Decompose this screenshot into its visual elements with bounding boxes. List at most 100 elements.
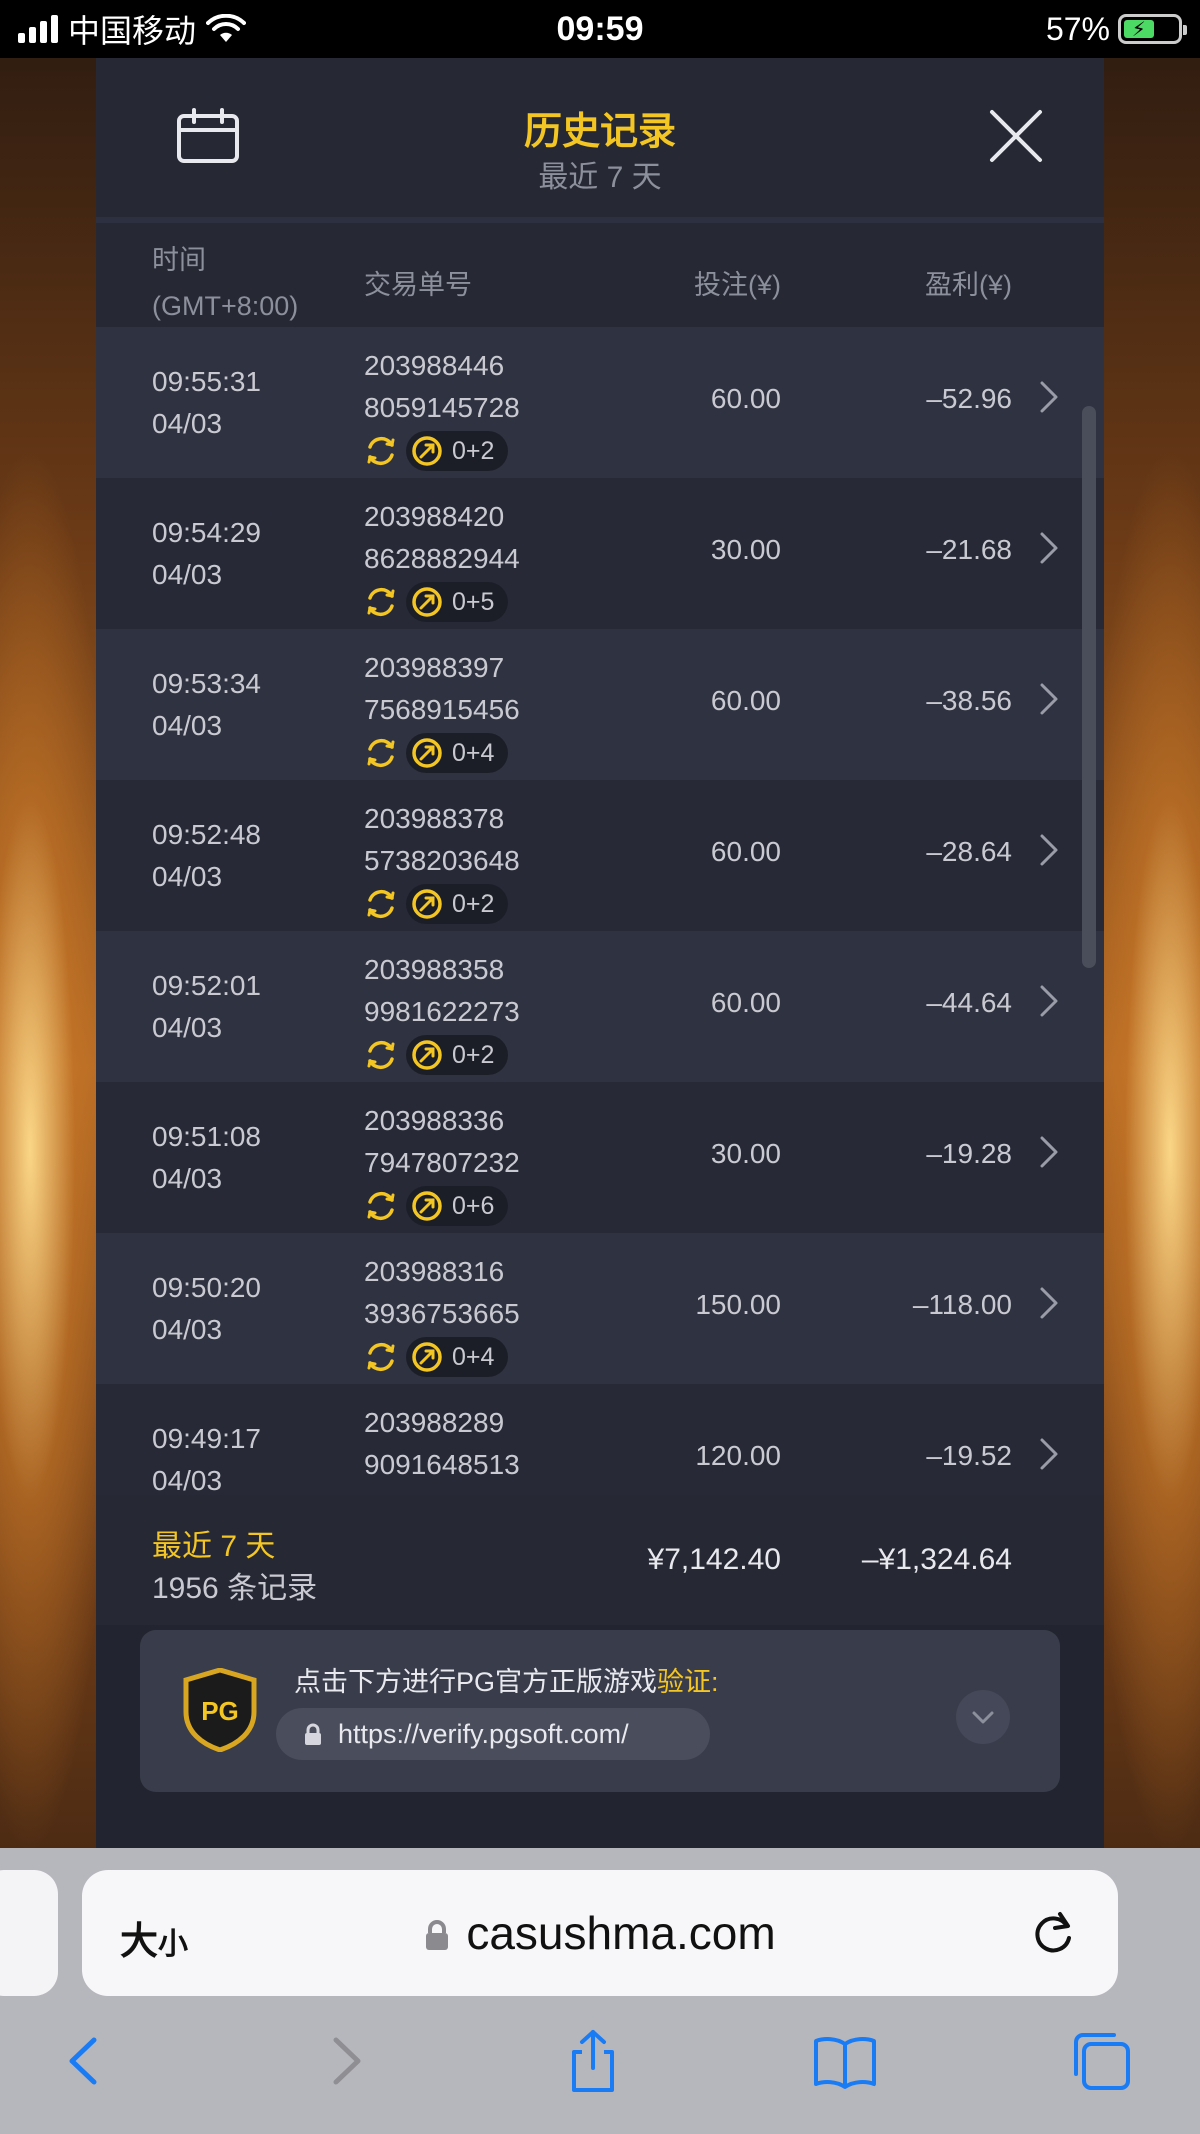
free-spin-icon <box>412 1040 442 1070</box>
summary-period: 最近 7 天 <box>152 1530 276 1563</box>
chevron-right-icon[interactable] <box>1038 681 1060 717</box>
free-spin-icon <box>412 436 442 466</box>
row-profit: –44.64 <box>926 987 1012 1018</box>
column-transaction-id: 交易单号 <box>364 270 472 300</box>
chevron-right-icon[interactable] <box>1038 530 1060 566</box>
summary-total-profit: –¥1,324.64 <box>861 1543 1012 1576</box>
free-spin-badge: 0+6 <box>406 1186 509 1226</box>
share-icon[interactable] <box>560 2028 626 2094</box>
forward-icon[interactable] <box>312 2028 378 2094</box>
row-profit: –118.00 <box>912 1289 1012 1320</box>
row-bet: 60.00 <box>710 836 781 867</box>
summary-bar: 最近 7 天 1956 条记录 ¥7,142.40 –¥1,324.64 <box>96 1495 1104 1625</box>
status-bar: 中国移动 09:59 57% ⚡ <box>0 0 1200 58</box>
row-time: 09:52:01 04/03 <box>152 970 261 1043</box>
free-spin-badge: 0+2 <box>406 1035 509 1075</box>
panel-header: 历史记录 最近 7 天 <box>96 58 1104 223</box>
back-icon[interactable] <box>52 2028 118 2094</box>
row-tags: 0+2 <box>364 1035 509 1075</box>
wifi-icon <box>206 14 247 42</box>
row-time: 09:51:08 04/03 <box>152 1121 261 1194</box>
row-time: 09:53:34 04/03 <box>152 668 261 741</box>
row-tags: 0+6 <box>364 1186 509 1226</box>
close-icon[interactable] <box>988 108 1044 164</box>
row-profit: –28.64 <box>926 836 1012 867</box>
panel-title: 历史记录 <box>523 111 676 153</box>
pg-logo-icon: PG <box>183 1668 257 1752</box>
previous-tab[interactable] <box>0 1870 58 1996</box>
address-bar[interactable]: 大小 casushma.com <box>82 1870 1118 1996</box>
verify-url-link[interactable]: https://verify.pgsoft.com/ <box>276 1708 710 1760</box>
verify-card[interactable]: PG 点击下方进行PG官方正版游戏验证: https://verify.pgso… <box>140 1630 1060 1792</box>
carrier-label: 中国移动 <box>68 13 197 49</box>
row-bet: 30.00 <box>710 1138 781 1169</box>
history-row[interactable]: 09:49:17 04/03 203988289 9091648513 120.… <box>96 1384 1104 1503</box>
history-row[interactable]: 09:52:48 04/03 203988378 5738203648 0+2 <box>96 780 1104 931</box>
row-tags: 0+4 <box>364 733 509 773</box>
row-profit: –52.96 <box>926 383 1012 414</box>
row-profit: –21.68 <box>926 534 1012 565</box>
expand-button[interactable] <box>956 1690 1010 1744</box>
chevron-right-icon[interactable] <box>1038 983 1060 1019</box>
chevron-right-icon[interactable] <box>1038 832 1060 868</box>
row-bet: 60.00 <box>710 987 781 1018</box>
table-header: 时间 (GMT+8:00) 交易单号 投注(¥) 盈利(¥) <box>96 223 1104 327</box>
history-list[interactable]: 09:55:31 04/03 203988446 8059145728 0+2 <box>96 327 1104 1503</box>
scrollbar[interactable] <box>1082 406 1096 968</box>
free-spin-badge: 0+5 <box>406 582 509 622</box>
row-transaction-id: 203988289 9091648513 <box>364 1407 520 1480</box>
row-transaction-id: 203988316 3936753665 <box>364 1256 520 1329</box>
row-profit: –19.28 <box>926 1138 1012 1169</box>
row-bet: 150.00 <box>695 1289 781 1320</box>
url-text[interactable]: casushma.com <box>82 1906 1118 1960</box>
column-bet: 投注(¥) <box>694 270 781 300</box>
summary-count: 1956 条记录 <box>152 1572 318 1605</box>
reload-icon[interactable] <box>1026 1906 1080 1960</box>
free-spin-badge: 0+2 <box>406 884 509 924</box>
cellular-signal-icon <box>18 15 58 43</box>
row-transaction-id: 203988420 8628882944 <box>364 501 520 574</box>
chevron-down-icon <box>972 1711 994 1724</box>
history-row[interactable]: 09:50:20 04/03 203988316 3936753665 0+4 <box>96 1233 1104 1384</box>
spin-icon <box>367 1342 395 1372</box>
chevron-right-icon[interactable] <box>1038 1436 1060 1472</box>
row-time: 09:54:29 04/03 <box>152 517 261 590</box>
bookmarks-icon[interactable] <box>812 2028 878 2094</box>
row-transaction-id: 203988336 7947807232 <box>364 1105 520 1178</box>
free-spin-icon <box>412 738 442 768</box>
free-spin-badge: 0+4 <box>406 733 509 773</box>
history-row[interactable]: 09:54:29 04/03 203988420 8628882944 0+5 <box>96 478 1104 629</box>
free-spin-icon <box>412 889 442 919</box>
battery-icon: ⚡ <box>1118 14 1187 44</box>
history-row[interactable]: 09:53:34 04/03 203988397 7568915456 0+4 <box>96 629 1104 780</box>
summary-total-bet: ¥7,142.40 <box>647 1543 781 1576</box>
row-transaction-id: 203988446 8059145728 <box>364 350 520 423</box>
svg-text:PG: PG <box>201 1696 239 1726</box>
row-bet: 30.00 <box>710 534 781 565</box>
chevron-right-icon[interactable] <box>1038 379 1060 415</box>
lock-icon <box>426 1920 449 1950</box>
row-bet: 120.00 <box>695 1440 781 1471</box>
free-spin-icon <box>412 587 442 617</box>
row-tags: 0+2 <box>364 884 509 924</box>
row-profit: –38.56 <box>926 685 1012 716</box>
row-time: 09:55:31 04/03 <box>152 366 261 439</box>
row-time: 09:50:20 04/03 <box>152 1272 261 1345</box>
free-spin-badge: 0+4 <box>406 1337 509 1377</box>
history-row[interactable]: 09:52:01 04/03 203988358 9981622273 0+2 <box>96 931 1104 1082</box>
spin-icon <box>367 889 395 919</box>
free-spin-icon <box>412 1191 442 1221</box>
spin-icon <box>367 587 395 617</box>
battery-percent: 57% <box>1045 10 1110 47</box>
chevron-right-icon[interactable] <box>1038 1134 1060 1170</box>
tabs-icon[interactable] <box>1068 2028 1134 2094</box>
chevron-right-icon[interactable] <box>1038 1285 1060 1321</box>
row-tags: 0+4 <box>364 1337 509 1377</box>
browser-toolbar: 大小 casushma.com <box>0 1848 1200 2134</box>
column-profit: 盈利(¥) <box>925 270 1012 300</box>
free-spin-icon <box>412 1342 442 1372</box>
lock-icon <box>305 1723 321 1745</box>
column-time: 时间 (GMT+8:00) <box>152 245 299 321</box>
history-row[interactable]: 09:55:31 04/03 203988446 8059145728 0+2 <box>96 327 1104 478</box>
history-row[interactable]: 09:51:08 04/03 203988336 7947807232 0+6 <box>96 1082 1104 1233</box>
